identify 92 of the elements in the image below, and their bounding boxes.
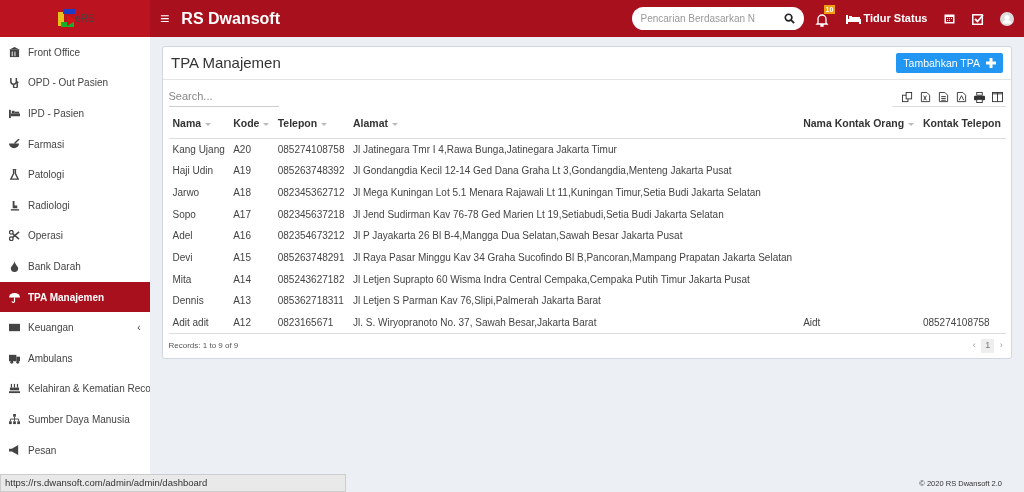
table-cell: A13 <box>233 295 251 307</box>
checkbox-icon[interactable] <box>971 12 984 25</box>
table-cell: A16 <box>233 230 251 242</box>
column-header[interactable]: Nama Kontak Orang <box>803 117 905 129</box>
table-cell: Jl Jend Sudirman Kav 76-78 Ged Marien Lt 19,Setiabudi,Setia Budi Jakarta Selatan <box>352 208 724 220</box>
avatar-icon[interactable] <box>1000 11 1014 26</box>
table-cell: Adit adit <box>172 316 209 328</box>
search-field[interactable]: Pencarian Berdasarkan N <box>631 7 804 30</box>
bed-status-button[interactable]: Tidur Status <box>845 10 928 27</box>
page-button[interactable]: 1 <box>981 339 995 353</box>
table-cell: 082345637218 <box>277 208 345 220</box>
drop-icon <box>9 260 20 272</box>
copy-icon[interactable] <box>901 92 913 103</box>
records-text: Records: 1 to 9 of 9 <box>168 340 239 353</box>
sidebar-item[interactable]: IPD - Pasien <box>0 98 150 129</box>
table-cell: 085362718311 <box>277 295 344 307</box>
table-cell: A17 <box>233 208 251 220</box>
umbrella-icon <box>9 291 20 303</box>
sidebar-item[interactable]: OPD - Out Pasien <box>0 67 150 99</box>
scissors-icon <box>9 230 20 242</box>
truck-icon <box>9 352 20 364</box>
sidebar-item[interactable]: Farmasi <box>0 128 150 160</box>
table-cell: 082345362712 <box>277 186 345 198</box>
plus-icon <box>986 58 996 68</box>
table-cell: 082354673212 <box>277 230 345 242</box>
column-header[interactable]: Telepon <box>277 117 318 129</box>
column-header[interactable]: Nama <box>172 117 202 129</box>
panel-title: TPA Manajemen <box>171 52 281 73</box>
table-cell: Jl Gondangdia Kecil 12-14 Ged Dana Graha Lt 3,Gondangdia,Menteng Jakarta Pusat <box>352 165 732 177</box>
table-cell: Jl Raya Pasar Minggu Kav 34 Graha Sucofindo Bl B,Pancoran,Mampang Prapatan Jakarta Selatan <box>352 252 793 264</box>
column-header[interactable]: Kode <box>233 117 260 129</box>
table-cell: A18 <box>233 186 251 198</box>
table-cell: 085263748291 <box>277 252 345 264</box>
bed-icon <box>845 13 861 24</box>
print-icon[interactable] <box>973 92 985 103</box>
logo-text: eRS <box>75 12 95 26</box>
excel-file-icon[interactable] <box>919 92 931 103</box>
search-icon[interactable] <box>783 13 795 24</box>
table-cell: Jl Letjen S Parman Kav 76,Slipi,Palmerah Jakarta Barat <box>352 295 601 307</box>
table-cell: 085274108758 <box>922 316 990 328</box>
sitemap-icon <box>9 413 20 425</box>
cake-icon <box>9 383 20 395</box>
table-cell: A20 <box>233 143 251 155</box>
table-cell: Jl. S. Wiryopranoto No. 37, Sawah Besar,Jakarta Barat <box>352 316 597 328</box>
table-cell: 085243627182 <box>277 273 345 285</box>
table-cell: Jl Jatinegara Tmr I 4,Rawa Bunga,Jatinegara Jakarta Timur <box>352 143 617 155</box>
pdf-file-icon[interactable] <box>955 92 967 103</box>
table-cell: Kang Ujang <box>172 143 225 155</box>
table-cell: 085263748392 <box>277 165 345 177</box>
table-cell: Dennis <box>172 295 204 307</box>
chevron-icon: ‹ <box>137 320 141 336</box>
sidebar-item[interactable]: TPA Manajemen <box>0 281 150 313</box>
column-header[interactable]: Kontak Telepon <box>922 117 1001 129</box>
table-cell: Haji Udin <box>172 165 214 177</box>
building-icon <box>9 46 20 58</box>
sidebar-item[interactable]: Pesan <box>0 434 150 466</box>
sidebar-item[interactable]: Sumber Daya Manusia <box>0 404 150 435</box>
table-cell: Mita <box>172 273 192 285</box>
columns-icon[interactable] <box>991 92 1003 103</box>
csv-file-icon[interactable] <box>937 92 949 103</box>
column-header[interactable]: Alamat <box>352 117 388 129</box>
bed-icon <box>9 108 20 119</box>
flask-icon <box>9 169 20 181</box>
table-cell: A14 <box>233 273 251 285</box>
sidebar-item[interactable]: Bank Darah <box>0 251 150 282</box>
sidebar-item[interactable]: Operasi <box>0 220 150 252</box>
table-cell: 0823165671 <box>277 316 334 328</box>
table-cell: A19 <box>233 165 251 177</box>
bell-icon[interactable] <box>814 12 829 27</box>
app-title: RS Dwansoft <box>181 8 280 29</box>
sidebar-item[interactable]: Kelahiran & Kematian Reco <box>0 373 150 405</box>
sidebar-item[interactable]: Keuangan ‹ <box>0 312 150 343</box>
calendar-icon[interactable] <box>944 13 955 24</box>
table-cell: Jarwo <box>172 186 200 198</box>
table-cell: Devi <box>172 252 193 264</box>
table-cell: Jl Mega Kuningan Lot 5.1 Menara Rajawali Lt 11,Kuningan Timur,Setia Budi Jakarta Selatan <box>352 186 761 198</box>
table-cell: 085274108758 <box>277 143 345 155</box>
table-cell: Adel <box>172 230 193 242</box>
sidebar-item[interactable]: Radiologi <box>0 189 150 221</box>
table-cell: Jl P Jayakarta 26 Bl B-4,Mangga Dua Selatan,Sawah Besar Jakarta Pusat <box>352 230 683 242</box>
mortar-icon <box>9 138 20 150</box>
table-cell: A15 <box>233 252 251 264</box>
table-cell: Sopo <box>172 208 196 220</box>
megaphone-icon <box>9 444 20 456</box>
table-cell: A12 <box>233 316 251 328</box>
table-cell: Jl Letjen Suprapto 60 Wisma Indra Central Cempaka,Cempaka Putih Timur Jakarta Pusat <box>352 273 750 285</box>
menu-button[interactable]: ≡ <box>160 10 170 27</box>
sidebar-item[interactable]: Front Office <box>0 37 150 68</box>
table-cell: Aidt <box>803 316 821 328</box>
sidebar-item[interactable]: Ambulans <box>0 342 150 374</box>
sidebar-item[interactable]: Patologi <box>0 159 150 190</box>
stethoscope-icon <box>9 77 20 89</box>
